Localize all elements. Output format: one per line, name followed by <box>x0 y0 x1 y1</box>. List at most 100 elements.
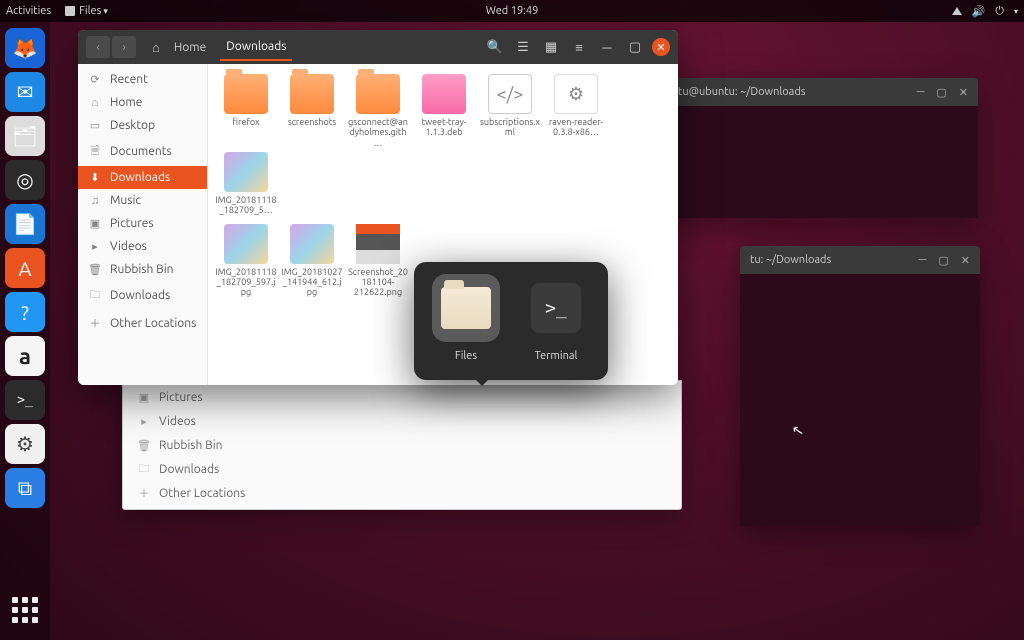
file-item[interactable]: tweet-tray-1.1.3.deb <box>412 74 476 148</box>
view-grid-icon[interactable]: ▦ <box>540 36 562 58</box>
file-label: subscriptions.xml <box>478 117 542 138</box>
sidebar-item-downloads[interactable]: ⬇Downloads <box>78 166 207 189</box>
network-icon[interactable] <box>952 7 962 15</box>
sidebar-item-label: Downloads <box>110 289 170 302</box>
clock[interactable]: Wed 19:49 <box>486 5 539 17</box>
show-applications-button[interactable] <box>5 590 45 630</box>
sidebar-item-rubbish-bin[interactable]: 🗑 Rubbish Bin <box>78 258 207 281</box>
terminal-title: tu: ~/Downloads <box>750 254 831 266</box>
app-switcher[interactable]: Files >_ Terminal <box>414 262 608 380</box>
sidebar-item-recent[interactable]: ⟳ Recent <box>78 68 207 91</box>
background-files-window[interactable]: snap ▣Pictures▸Videos🗑Rubbish Bin🗀Downlo… <box>122 380 682 510</box>
file-item[interactable]: ⚙raven-reader-0.3.8-x86… <box>544 74 608 148</box>
sidebar-item[interactable]: 🗑 Rubbish Bin <box>123 433 261 457</box>
minimize-button[interactable]: ─ <box>919 254 927 267</box>
sidebar-item-label: Music <box>110 194 141 207</box>
back-button[interactable]: ‹ <box>86 36 110 58</box>
sidebar-item-music[interactable]: ♫Music <box>78 189 207 212</box>
forward-button[interactable]: › <box>112 36 136 58</box>
search-icon[interactable]: 🔍 <box>484 36 506 58</box>
sidebar-item-documents[interactable]: 🗎Documents <box>78 137 207 166</box>
hamburger-menu-icon[interactable]: ≡ <box>568 36 590 58</box>
folder-icon <box>356 74 400 114</box>
terminal-window[interactable]: tu@ubuntu: ~/Downloads─▢✕ <box>668 78 978 218</box>
dock-amazon[interactable]: a <box>5 336 45 376</box>
view-list-icon[interactable]: ☰ <box>512 36 534 58</box>
close-button[interactable]: ✕ <box>961 254 970 267</box>
switcher-item-files[interactable]: Files <box>430 274 502 362</box>
file-item[interactable]: </>subscriptions.xml <box>478 74 542 148</box>
file-item[interactable]: Screenshot_20181104-212622.png <box>346 224 410 298</box>
file-label: IMG_20181027_141944_612.jpg <box>280 267 344 298</box>
volume-icon[interactable]: 🔊 <box>972 5 986 18</box>
sidebar-item-label: Recent <box>110 73 148 86</box>
switcher-label: Terminal <box>520 350 592 362</box>
terminal-window[interactable]: tu: ~/Downloads ─ ▢ ✕ <box>740 246 980 526</box>
sidebar-item[interactable]: 🗀 Downloads <box>123 457 261 481</box>
sidebar-icon: ⬇ <box>88 171 102 184</box>
file-item[interactable]: IMG_20181027_141944_612.jpg <box>280 224 344 298</box>
sidebar-item-downloads[interactable]: 🗀Downloads <box>78 281 207 310</box>
dock-terminal[interactable]: >_ <box>5 380 45 420</box>
file-item[interactable]: IMG_20181118_182709_597.jpg <box>214 224 278 298</box>
sidebar-item[interactable]: ▸Videos <box>123 409 261 433</box>
sidebar-item-videos[interactable]: ▸Videos <box>78 235 207 258</box>
dock-ubuntu-software[interactable]: A <box>5 248 45 288</box>
files-app-icon <box>441 287 491 329</box>
terminal-titlebar[interactable]: tu: ~/Downloads ─ ▢ ✕ <box>740 246 980 274</box>
file-item[interactable]: gsconnect@andyholmes.gith… <box>346 74 410 148</box>
breadcrumb-home[interactable]: Home <box>168 35 212 60</box>
sidebar-icon: ⟳ <box>88 73 102 86</box>
app-menu[interactable]: Files <box>79 5 108 17</box>
minimize-button[interactable]: ─ <box>917 86 925 99</box>
sidebar-item[interactable]: ＋Other Locations <box>123 481 261 505</box>
sidebar-icon: ＋ <box>88 315 102 331</box>
power-icon[interactable]: ⏻ <box>995 5 1004 18</box>
sidebar-item-desktop[interactable]: ▭Desktop <box>78 114 207 137</box>
dock-screenshot[interactable]: ⧉ <box>5 468 45 508</box>
img-icon <box>224 152 268 192</box>
file-item[interactable]: screenshots <box>280 74 344 148</box>
sidebar-item-home[interactable]: ⌂Home <box>78 91 207 114</box>
sidebar-icon: 🗑 <box>137 438 151 452</box>
close-button[interactable]: ✕ <box>652 38 670 56</box>
switcher-item-terminal[interactable]: >_ Terminal <box>520 274 592 362</box>
sidebar-item-label: Rubbish Bin <box>110 263 173 276</box>
sidebar-icon: 🗑 <box>88 263 102 276</box>
file-item[interactable]: IMG_20181118_182709_5… <box>214 152 278 216</box>
file-item[interactable]: firefox <box>214 74 278 148</box>
sidebar-item-pictures[interactable]: ▣Pictures <box>78 212 207 235</box>
deb-icon <box>422 74 466 114</box>
close-button[interactable]: ✕ <box>959 86 968 99</box>
maximize-button[interactable]: ▢ <box>624 36 646 58</box>
sidebar-item-label: Downloads <box>159 463 219 476</box>
breadcrumb-current[interactable]: Downloads <box>220 34 292 61</box>
system-menu-chevron-icon[interactable]: ▾ <box>1014 7 1018 16</box>
files-headerbar: ‹ › ⌂ Home Downloads 🔍 ☰ ▦ ≡ ─ ▢ ✕ <box>78 30 678 64</box>
dock-thunderbird[interactable]: ✉ <box>5 72 45 112</box>
sidebar-icon: 🗀 <box>137 462 151 476</box>
sidebar-item-label: Videos <box>159 415 196 428</box>
dock-firefox[interactable]: 🦊 <box>5 28 45 68</box>
maximize-button[interactable]: ▢ <box>936 86 946 99</box>
dock-libreoffice-writer[interactable]: 📄 <box>5 204 45 244</box>
switcher-label: Files <box>430 350 502 362</box>
sidebar-item-label: Rubbish Bin <box>159 439 222 452</box>
home-icon[interactable]: ⌂ <box>152 40 160 55</box>
sidebar-item-label: Documents <box>110 145 172 158</box>
sidebar-item[interactable]: ▣Pictures <box>123 385 261 409</box>
dock: 🦊✉🗂◎📄A?a>_⚙⧉ <box>0 22 50 640</box>
sidebar-item-other-locations[interactable]: ＋Other Locations <box>78 310 207 336</box>
activities-button[interactable]: Activities <box>6 5 51 17</box>
minimize-button[interactable]: ─ <box>596 36 618 58</box>
img-icon <box>224 224 268 264</box>
dock-files[interactable]: 🗂 <box>5 116 45 156</box>
terminal-titlebar[interactable]: tu@ubuntu: ~/Downloads─▢✕ <box>668 78 978 106</box>
dock-tweaks[interactable]: ⚙ <box>5 424 45 464</box>
dock-help[interactable]: ? <box>5 292 45 332</box>
maximize-button[interactable]: ▢ <box>938 254 948 267</box>
file-label: firefox <box>214 117 278 127</box>
dock-rhythmbox[interactable]: ◎ <box>5 160 45 200</box>
sidebar-icon: ＋ <box>137 486 151 500</box>
sidebar-icon: ▣ <box>88 217 102 230</box>
